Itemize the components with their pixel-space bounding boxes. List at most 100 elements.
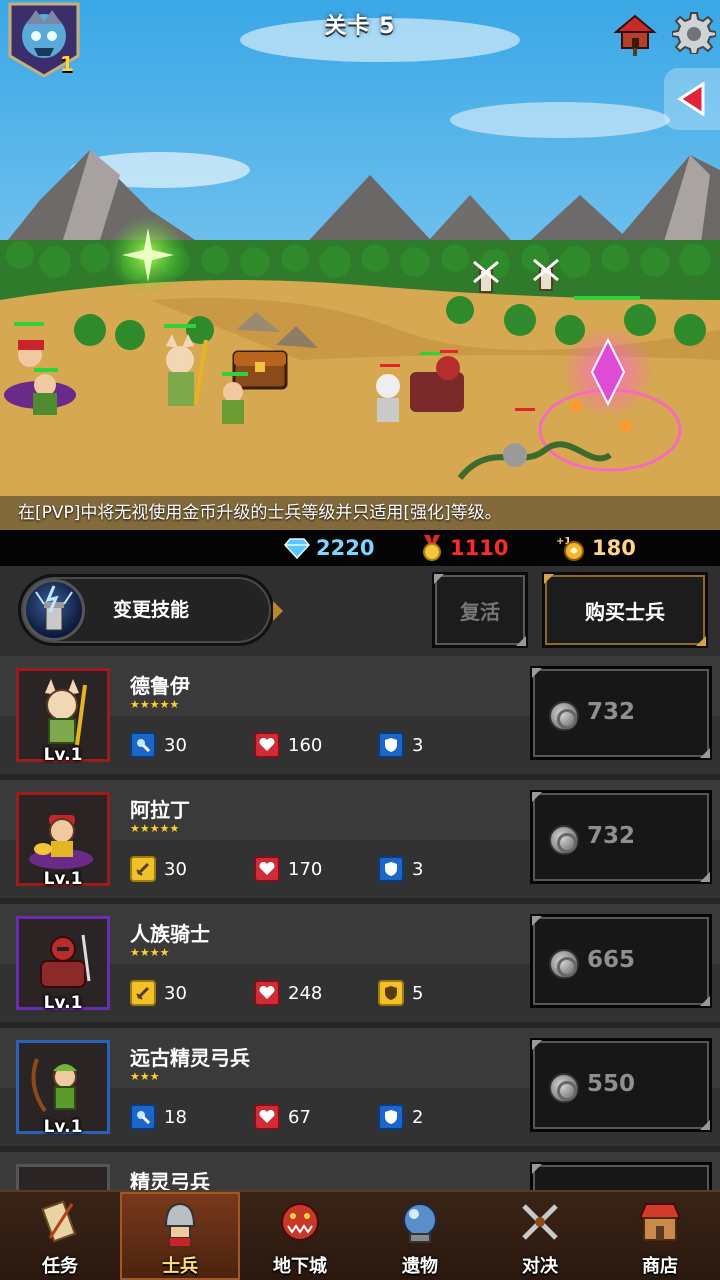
gold-amount: 1110 — [450, 536, 509, 560]
side-panel-toggle[interactable] — [664, 68, 720, 130]
attack-stat: 30 — [130, 856, 187, 882]
star-rating: ★★★ — [130, 1070, 160, 1083]
soldier-row-elf-archer[interactable]: 精灵弓兵 — [0, 1152, 720, 1190]
magic-attack-icon — [130, 1104, 156, 1130]
knight-icon — [40, 934, 91, 988]
tab-shop[interactable]: 商店 — [600, 1192, 720, 1280]
soldier-name: 远古精灵弓兵 — [130, 1046, 250, 1070]
attack-stat: 18 — [130, 1104, 187, 1130]
buy-soldier-label: 购买士兵 — [585, 599, 665, 624]
soldier-level: Lv.1 — [43, 993, 83, 1013]
attack-value: 30 — [164, 734, 187, 756]
health-value: 160 — [288, 734, 323, 756]
defense-value: 3 — [412, 858, 424, 880]
monster-icon — [281, 1203, 319, 1241]
star-rating: ★★★★ — [130, 946, 170, 959]
health-stat: 160 — [254, 732, 322, 758]
soldier-name: 阿拉丁 — [130, 798, 190, 822]
defense-value: 2 — [412, 1106, 424, 1128]
coin-icon — [549, 701, 579, 731]
heart-icon — [254, 1104, 280, 1130]
upgrade-button[interactable]: 665 — [530, 914, 712, 1008]
house-icon — [613, 14, 657, 56]
sword-icon — [130, 856, 156, 882]
change-skill-button[interactable]: 变更技能 — [18, 574, 283, 646]
revive-label: 复活 — [460, 599, 500, 624]
soldier-portrait: Lv.1 — [16, 916, 110, 1013]
medal-icon — [423, 535, 441, 561]
star-rating: ★★★★★ — [130, 822, 180, 835]
attack-stat: 30 — [130, 732, 187, 758]
tab-label: 遗物 — [402, 1256, 438, 1277]
pvp-notice: 在[PVP]中将无视使用金币升级的士兵等级并只适用[强化]等级。 — [0, 496, 720, 530]
soldier-row-aladdin[interactable]: Lv.1 阿拉丁 ★★★★★ 30 170 3 732 — [0, 780, 720, 904]
soldier-portrait — [16, 1164, 110, 1190]
soldier-name: 人族骑士 — [130, 922, 210, 946]
tab-label: 商店 — [642, 1256, 678, 1277]
soldier-name: 精灵弓兵 — [130, 1170, 210, 1190]
upgrade-button[interactable] — [530, 1162, 712, 1190]
health-stat: 170 — [254, 856, 322, 882]
soul-plus-one-icon: +1 — [556, 536, 584, 561]
diamond-icon — [284, 538, 310, 559]
gem-counter: 2220 — [284, 530, 374, 566]
defense-stat: 3 — [378, 732, 423, 758]
gold-counter: 1110 — [420, 530, 508, 566]
sword-icon — [130, 980, 156, 1006]
soldier-row-human-knight[interactable]: Lv.1 人族骑士 ★★★★ 30 248 5 665 — [0, 904, 720, 1028]
upgrade-price: 665 — [587, 947, 636, 973]
upgrade-button[interactable]: 550 — [530, 1038, 712, 1132]
crossed-swords-icon — [522, 1204, 558, 1240]
upgrade-button[interactable]: 732 — [530, 666, 712, 760]
defense-stat: 2 — [378, 1104, 423, 1130]
health-value: 170 — [288, 858, 323, 880]
shield-icon — [378, 856, 404, 882]
health-value: 67 — [288, 1106, 311, 1128]
tab-quests[interactable]: 任务 — [0, 1192, 120, 1280]
buy-soldier-button[interactable]: 购买士兵 — [542, 572, 708, 648]
upgrade-button[interactable]: 732 — [530, 790, 712, 884]
tab-dungeon[interactable]: 地下城 — [240, 1192, 360, 1280]
health-value: 248 — [288, 982, 323, 1004]
soldier-portrait: Lv.1 — [16, 792, 110, 889]
tab-duel[interactable]: 对决 — [480, 1192, 600, 1280]
elf-archer-icon — [31, 1058, 77, 1113]
soldier-portrait: Lv.1 — [16, 668, 110, 765]
coin-icon — [549, 949, 579, 979]
settings-button[interactable] — [671, 10, 717, 55]
heart-icon — [254, 980, 280, 1006]
gem-amount: 2220 — [316, 536, 375, 560]
bottom-nav: 任务 士兵 地下城 遗物 对决 商店 — [0, 1190, 720, 1280]
star-rating: ★★★★★ — [130, 698, 180, 711]
soldier-level: Lv.1 — [43, 869, 83, 889]
battle-scene: 1 关卡 5 在[PVP]中将无视使用金币升级的士兵等级并只适用[强化]等级。 — [0, 0, 720, 530]
soldier-row-druid[interactable]: Lv.1 德鲁伊 ★★★★★ 30 160 3 732 — [0, 656, 720, 780]
shield-icon — [378, 732, 404, 758]
lightning-tower-icon — [23, 579, 85, 641]
health-stat: 248 — [254, 980, 322, 1006]
helmet-icon — [164, 1202, 196, 1246]
tab-soldiers[interactable]: 士兵 — [120, 1192, 240, 1280]
attack-value: 30 — [164, 858, 187, 880]
tab-label: 地下城 — [273, 1256, 327, 1277]
soldier-level: Lv.1 — [43, 1117, 83, 1137]
orb-icon — [403, 1203, 437, 1243]
control-row: 变更技能 复活 购买士兵 — [0, 566, 720, 656]
battlefield-background — [0, 0, 720, 530]
attack-value: 30 — [164, 982, 187, 1004]
soldier-list[interactable]: Lv.1 德鲁伊 ★★★★★ 30 160 3 732 Lv.1 阿拉丁 ★★★… — [0, 656, 720, 1190]
health-stat: 67 — [254, 1104, 311, 1130]
druid-icon — [45, 679, 87, 746]
soldier-level: Lv.1 — [43, 745, 83, 765]
coin-icon — [549, 825, 579, 855]
attack-value: 18 — [164, 1106, 187, 1128]
soldier-name: 德鲁伊 — [130, 674, 190, 698]
upgrade-price: 550 — [587, 1071, 636, 1097]
soldier-row-ancient-elf-archer[interactable]: Lv.1 远古精灵弓兵 ★★★ 18 67 2 550 — [0, 1028, 720, 1152]
home-button[interactable] — [612, 12, 658, 56]
upgrade-price: 732 — [587, 699, 636, 725]
tab-relics[interactable]: 遗物 — [360, 1192, 480, 1280]
defense-value: 5 — [412, 982, 424, 1004]
change-skill-label: 变更技能 — [113, 599, 190, 621]
revive-button[interactable]: 复活 — [432, 572, 528, 648]
